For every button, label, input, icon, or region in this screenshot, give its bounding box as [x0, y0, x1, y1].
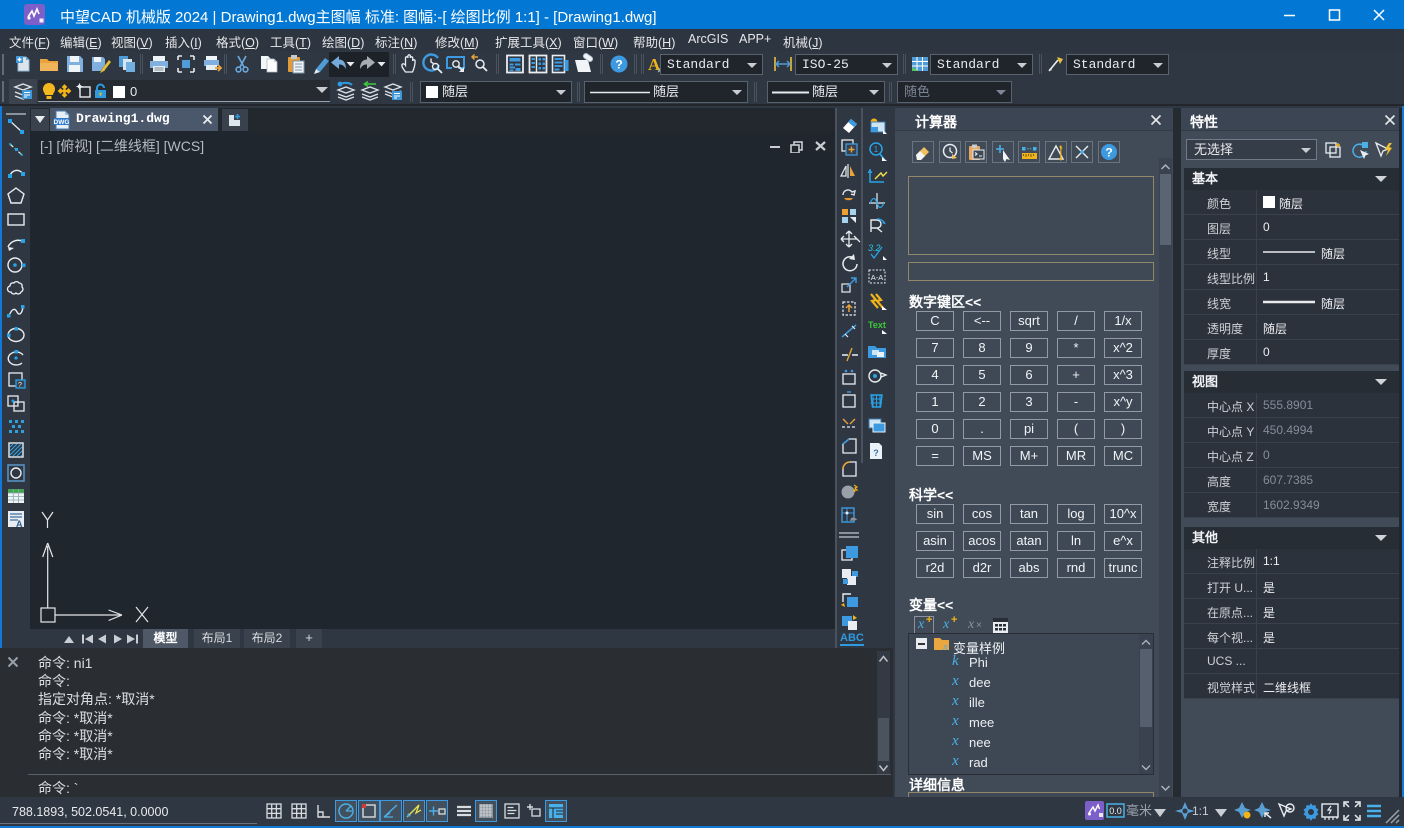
- svg-text:x: x: [942, 641, 948, 651]
- svg-text:Text: Text: [868, 320, 886, 330]
- svg-text:1: 1: [874, 145, 879, 154]
- svg-text:0.0: 0.0: [1109, 806, 1122, 816]
- svg-text:毫米: 毫米: [1126, 803, 1152, 818]
- svg-text:DWG: DWG: [54, 119, 70, 126]
- svg-text:1:1: 1:1: [1192, 804, 1209, 818]
- svg-text:0: 0: [130, 84, 137, 99]
- svg-text:?: ?: [18, 382, 22, 389]
- svg-text:?: ?: [873, 448, 879, 458]
- svg-text:?: ?: [615, 58, 622, 72]
- svg-text:A: A: [16, 519, 23, 529]
- svg-text:?: ?: [1105, 146, 1112, 160]
- svg-text:A-A: A-A: [871, 273, 884, 282]
